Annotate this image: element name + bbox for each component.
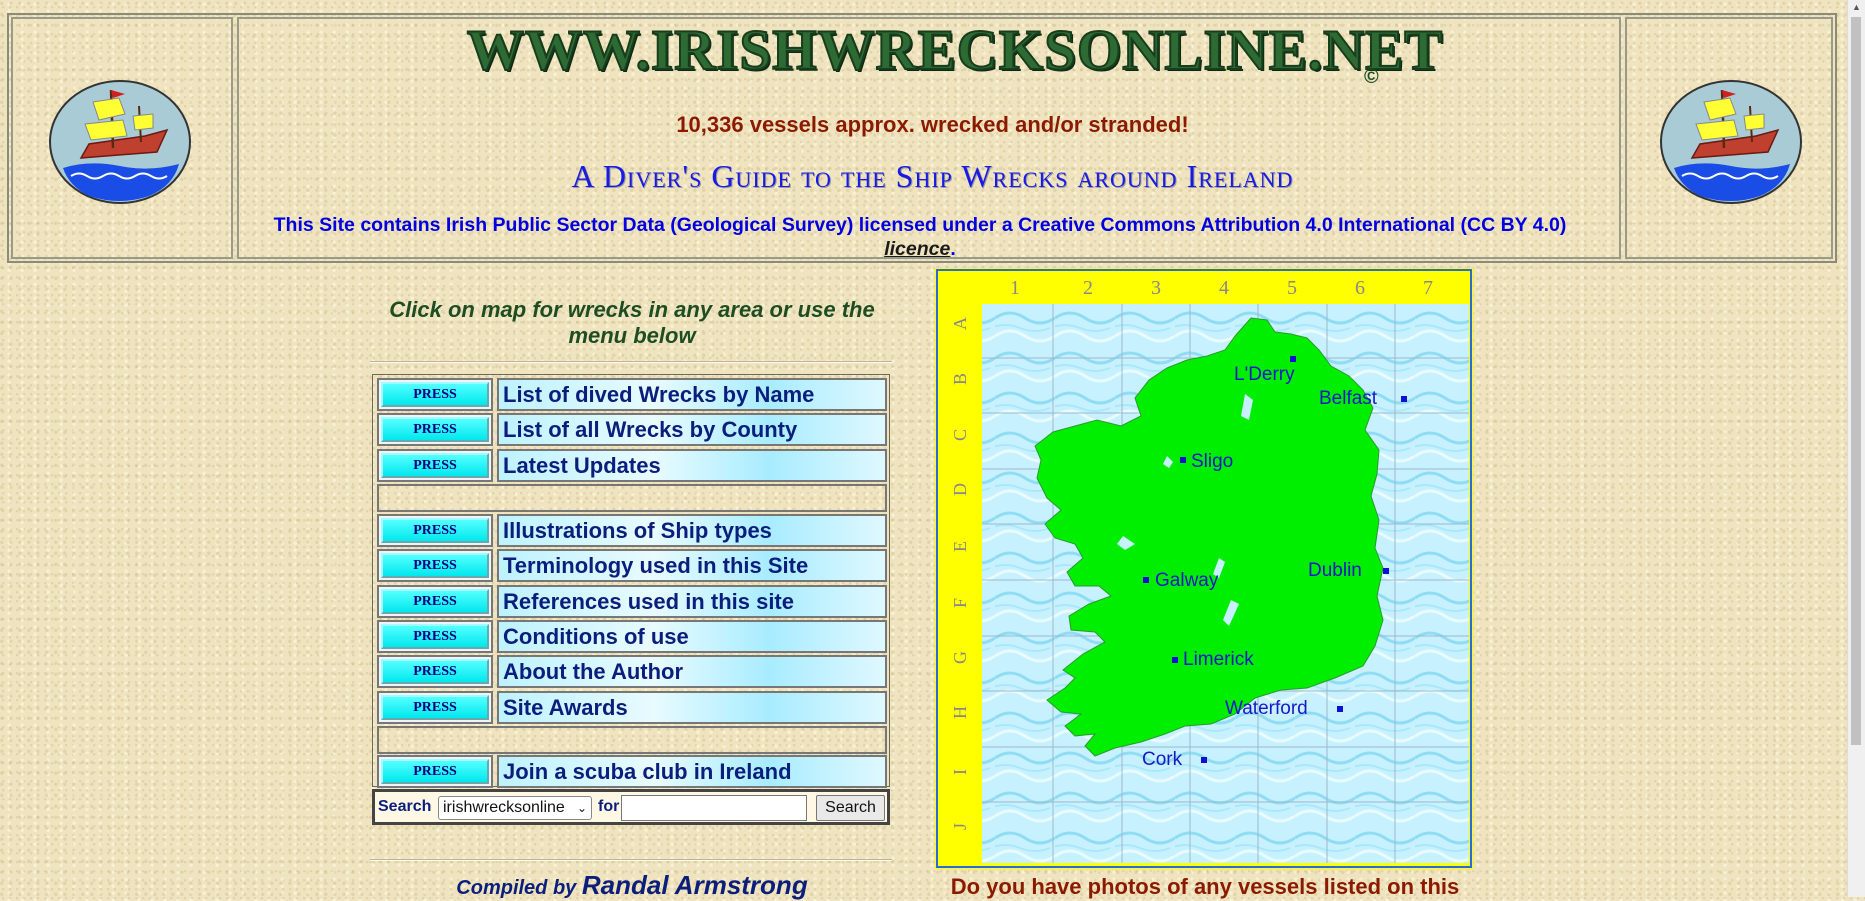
scroll-up-icon[interactable]: ▲ xyxy=(1852,2,1861,12)
col-label: 3 xyxy=(1151,277,1161,299)
licence-link[interactable]: licence xyxy=(884,238,950,260)
press-cell: PRESS xyxy=(377,514,493,547)
for-label: for xyxy=(598,798,620,815)
compiled-by: Compiled by Randal Armstrong xyxy=(370,870,894,901)
press-cell: PRESS xyxy=(377,449,493,482)
site-title: WWW.IRISHWRECKSONLINE.NET xyxy=(466,18,1444,83)
menu-table: PRESS List of dived Wrecks by Name PRESS… xyxy=(372,374,890,788)
press-cell: PRESS xyxy=(377,549,493,582)
chevron-down-icon: ⌄ xyxy=(576,801,587,815)
menu-spacer-row xyxy=(377,726,887,754)
menu-item-label[interactable]: Latest Updates xyxy=(497,449,887,482)
press-button[interactable]: PRESS xyxy=(381,659,489,684)
author-name[interactable]: Randal Armstrong xyxy=(582,870,808,900)
col-label: 4 xyxy=(1219,277,1229,299)
press-cell: PRESS xyxy=(377,655,493,688)
press-cell: PRESS xyxy=(377,413,493,446)
menu-item-label[interactable]: References used in this site xyxy=(497,585,887,618)
city-cork: Cork xyxy=(1142,749,1183,770)
header-right-cell xyxy=(1625,17,1833,259)
row-label: F xyxy=(950,598,970,608)
press-button[interactable]: PRESS xyxy=(381,417,489,442)
search-scope-value: irishwrecksonline xyxy=(443,799,565,816)
row-label: H xyxy=(950,706,970,719)
scrollbar-thumb[interactable] xyxy=(1851,17,1861,745)
row-label: I xyxy=(950,769,970,775)
ireland-wreck-map[interactable]: 1 2 3 4 5 6 7 A B C D E F G H I J L'Derr… xyxy=(935,268,1473,869)
col-label: 1 xyxy=(1010,277,1020,299)
divider-bottom xyxy=(370,859,892,861)
row-label: D xyxy=(950,483,970,496)
search-scope-select[interactable]: irishwrecksonline ⌄ xyxy=(438,796,592,820)
city-dublin: Dublin xyxy=(1308,560,1362,581)
map-instruction: Click on map for wrecks in any area or u… xyxy=(389,297,875,348)
license-text: This Site contains Irish Public Sector D… xyxy=(273,214,1567,236)
col-label: 6 xyxy=(1355,277,1365,299)
city-galway: Galway xyxy=(1155,570,1219,591)
city-sligo: Sligo xyxy=(1191,451,1233,472)
press-button[interactable]: PRESS xyxy=(381,553,489,578)
col-label: 5 xyxy=(1287,277,1297,299)
press-button[interactable]: PRESS xyxy=(381,518,489,543)
city-belfast: Belfast xyxy=(1319,388,1378,409)
press-cell: PRESS xyxy=(377,378,493,411)
menu-item-label[interactable]: List of dived Wrecks by Name xyxy=(497,378,887,411)
press-button[interactable]: PRESS xyxy=(381,453,489,478)
menu-item-label[interactable]: Join a scuba club in Ireland xyxy=(497,755,887,788)
press-cell: PRESS xyxy=(377,620,493,653)
divider-top xyxy=(370,361,892,363)
press-button[interactable]: PRESS xyxy=(381,382,489,407)
city-lderry: L'Derry xyxy=(1234,364,1295,385)
row-label: B xyxy=(950,373,970,385)
press-cell: PRESS xyxy=(377,755,493,788)
press-button[interactable]: PRESS xyxy=(381,759,489,784)
header-left-cell xyxy=(11,17,233,259)
search-button[interactable]: Search xyxy=(816,795,885,821)
search-input[interactable] xyxy=(621,795,807,821)
search-label: Search xyxy=(378,798,432,815)
license-period: . xyxy=(950,238,956,260)
menu-item-label[interactable]: Conditions of use xyxy=(497,620,887,653)
menu-spacer-row xyxy=(377,484,887,512)
menu-item-label[interactable]: About the Author xyxy=(497,655,887,688)
press-button[interactable]: PRESS xyxy=(381,695,489,720)
site-subtitle: A Diver's Guide to the Ship Wrecks aroun… xyxy=(571,158,1294,194)
row-label: E xyxy=(950,541,970,552)
row-label: J xyxy=(950,823,970,830)
copyright-symbol: © xyxy=(1364,66,1379,88)
row-label: A xyxy=(950,317,970,330)
license-notice: This Site contains Irish Public Sector D… xyxy=(235,213,1605,261)
menu-item-label[interactable]: Terminology used in this Site xyxy=(497,549,887,582)
press-button[interactable]: PRESS xyxy=(381,624,489,649)
photos-prompt: Do you have photos of any vessels listed… xyxy=(950,874,1460,899)
col-label: 2 xyxy=(1083,277,1093,299)
vertical-scrollbar[interactable]: ▲ xyxy=(1847,0,1865,897)
menu-item-label[interactable]: Illustrations of Ship types xyxy=(497,514,887,547)
menu-item-label[interactable]: List of all Wrecks by County xyxy=(497,413,887,446)
compiled-prefix: Compiled by xyxy=(456,877,577,899)
site-search-form: Search irishwrecksonline ⌄ for Search xyxy=(372,789,890,825)
menu-item-label[interactable]: Site Awards xyxy=(497,691,887,724)
city-waterford: Waterford xyxy=(1225,698,1308,719)
press-cell: PRESS xyxy=(377,585,493,618)
vessel-count: 10,336 vessels approx. wrecked and/or st… xyxy=(676,112,1189,137)
press-button[interactable]: PRESS xyxy=(381,589,489,614)
row-label: G xyxy=(950,651,970,664)
row-label: C xyxy=(950,429,970,441)
city-limerick: Limerick xyxy=(1183,649,1254,670)
col-label: 7 xyxy=(1423,277,1433,299)
press-cell: PRESS xyxy=(377,691,493,724)
